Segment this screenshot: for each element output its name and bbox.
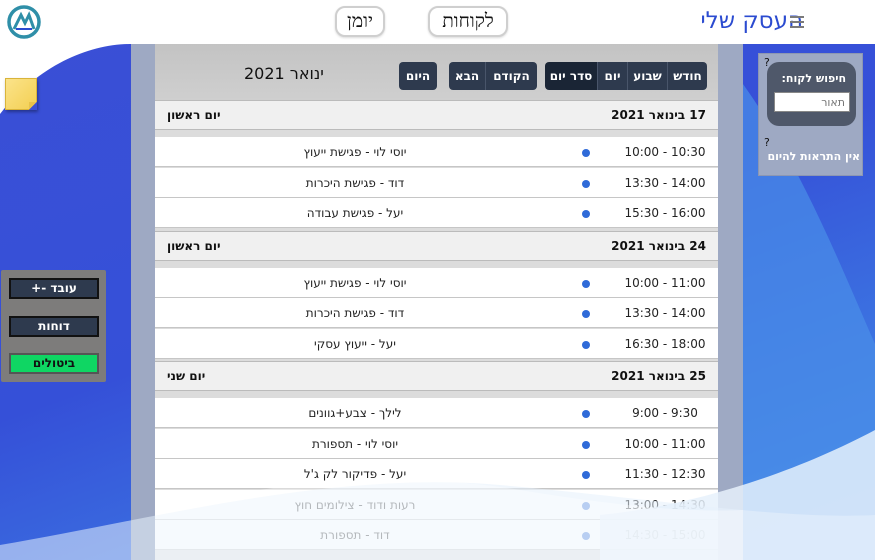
help-icon[interactable]: ?: [764, 136, 770, 149]
event-title: רעות ודוד - צילומים חוץ: [294, 497, 416, 512]
event-row[interactable]: 10:00 - 10:30 יוסי לוי - פגישת ייעוץ: [155, 137, 718, 167]
event-title: יעל - ייעוץ עסקי: [314, 336, 396, 351]
view-month-button[interactable]: חודש: [667, 62, 707, 90]
event-time: 14:30 - 15:00: [624, 528, 706, 542]
view-day-button[interactable]: יום: [597, 62, 627, 90]
day-header-weekday: יום ראשון: [167, 108, 221, 122]
customer-search-box: חיפוש לקוח:: [767, 62, 856, 126]
event-time: 10:00 - 11:00: [624, 275, 706, 290]
right-panel: ? חיפוש לקוח: ? אין התראות להיום: [758, 53, 863, 176]
event-title: דוד - פגישת היכרות: [305, 175, 405, 190]
event-title: לילך - צבע+גוונים: [308, 406, 402, 420]
event-dot-icon: [582, 410, 590, 418]
day-header-weekday: יום שני: [167, 369, 206, 383]
event-title: יעל - פגישת עבודה: [306, 206, 404, 220]
logo-icon[interactable]: [7, 5, 41, 39]
worker-toggle-button[interactable]: עובד -+: [9, 278, 99, 299]
event-row[interactable]: 13:00 - 14:30 רעות ודוד - צילומים חוץ: [155, 489, 718, 520]
event-dot-icon: [582, 279, 590, 288]
event-title: דוד - תספורת: [320, 528, 390, 542]
event-time: 10:00 - 10:30: [624, 145, 706, 159]
no-alerts-text: אין התראות להיום: [767, 150, 860, 163]
event-title: דוד - פגישת היכרות: [305, 306, 405, 320]
day-header: 17 בינואר 2021 יום ראשון: [155, 100, 718, 130]
event-row[interactable]: 16:30 - 18:00 יעל - ייעוץ עסקי: [155, 328, 718, 359]
event-row[interactable]: 15:30 - 16:00 יעל - פגישת עבודה: [155, 198, 718, 228]
day-header: 24 בינואר 2021 יום ראשון: [155, 230, 718, 261]
day-header-date: 25 בינואר 2021: [611, 369, 706, 383]
top-bar: יומן לקוחות העסק שלי: [0, 0, 875, 44]
event-title: יוסי לוי - פגישת ייעוץ: [303, 275, 407, 290]
event-dot-icon: [582, 471, 590, 479]
event-time: 10:00 - 11:00: [624, 436, 706, 451]
event-time: 15:30 - 16:00: [624, 206, 706, 220]
reports-button[interactable]: דוחות: [9, 316, 99, 337]
nav-journal-button[interactable]: יומן: [335, 6, 385, 37]
event-dot-icon: [582, 210, 590, 218]
event-dot-icon: [582, 149, 590, 157]
event-title: יעל - פדיקור לק ג'ל: [303, 467, 407, 481]
event-row[interactable]: 10:00 - 11:00 יוסי לוי - פגישת ייעוץ: [155, 267, 718, 298]
event-row[interactable]: 9:00 - 9:30 לילך - צבע+גוונים: [155, 398, 718, 428]
nav-customers-button[interactable]: לקוחות: [428, 6, 508, 37]
event-time: 13:00 - 14:30: [624, 497, 706, 512]
event-dot-icon: [582, 340, 590, 349]
event-dot-icon: [582, 440, 590, 449]
event-title: יוסי לוי - פגישת ייעוץ: [303, 145, 407, 159]
view-week-button[interactable]: שבוע: [627, 62, 667, 90]
event-row[interactable]: 13:30 - 14:00 דוד - פגישת היכרות: [155, 167, 718, 198]
customer-search-input[interactable]: [774, 92, 850, 112]
today-button[interactable]: היום: [399, 62, 437, 90]
calendar-toolbar: ינואר 2021 היום הבא הקודם סדר יום יום שב…: [155, 44, 718, 100]
event-time: 13:30 - 14:00: [624, 306, 706, 320]
event-row[interactable]: 11:30 - 12:30 יעל - פדיקור לק ג'ל: [155, 459, 718, 489]
event-row[interactable]: 13:30 - 14:00 דוד - פגישת היכרות: [155, 298, 718, 328]
hamburger-menu-icon[interactable]: [790, 16, 804, 28]
event-time: 16:30 - 18:00: [624, 336, 706, 351]
event-time: 11:30 - 12:30: [624, 467, 706, 481]
calendar-frame: ינואר 2021 היום הבא הקודם סדר יום יום שב…: [131, 44, 743, 560]
sticky-note-icon[interactable]: [5, 78, 37, 110]
customer-search-title: חיפוש לקוח:: [781, 72, 846, 85]
prev-button[interactable]: הקודם: [485, 62, 537, 90]
event-row[interactable]: 10:00 - 11:00 יוסי לוי - תספורת: [155, 428, 718, 459]
day-header-date: 17 בינואר 2021: [611, 108, 706, 122]
event-time: 13:30 - 14:00: [624, 175, 706, 190]
event-dot-icon: [582, 532, 590, 540]
view-agenda-button[interactable]: סדר יום: [545, 62, 597, 90]
day-header: 25 בינואר 2021 יום שני: [155, 361, 718, 391]
event-title: יוסי לוי - תספורת: [311, 436, 399, 451]
day-header-weekday: יום ראשון: [167, 238, 221, 253]
cancellations-button[interactable]: ביטולים: [9, 353, 99, 374]
event-dot-icon: [582, 501, 590, 510]
event-time: 9:00 - 9:30: [632, 406, 698, 420]
tools-panel: עובד -+ דוחות ביטולים: [1, 270, 106, 382]
calendar: ינואר 2021 היום הבא הקודם סדר יום יום שב…: [155, 44, 718, 560]
brand-title: העסק שלי: [700, 8, 804, 34]
calendar-month-label: ינואר 2021: [244, 64, 324, 83]
next-button[interactable]: הבא: [449, 62, 485, 90]
event-row[interactable]: 14:30 - 15:00 דוד - תספורת: [155, 520, 718, 550]
day-header-date: 24 בינואר 2021: [611, 238, 706, 253]
event-dot-icon: [582, 310, 590, 318]
event-dot-icon: [582, 179, 590, 188]
